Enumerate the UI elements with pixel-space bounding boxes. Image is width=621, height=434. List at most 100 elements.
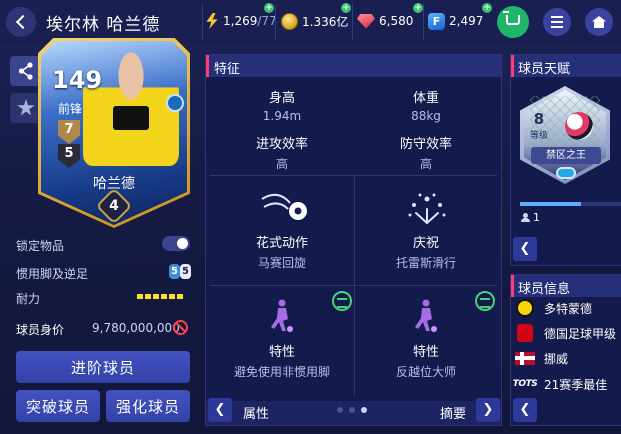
talent-panel-header: 球员天赋 [511,55,621,77]
celebration-label: 庆祝 [412,236,439,251]
coin-icon [281,12,298,30]
skill-move-ball-icon [261,193,307,220]
talent-prev-button[interactable]: ❮ [513,237,537,261]
foot-label: 惯用脚及逆足 [16,267,89,281]
add-points-button[interactable]: + [482,3,492,13]
defense-rate-value: 高 [419,157,432,171]
traits-panel-header: 特征 [206,55,501,77]
trait-2-stat: 特性 反越位大师 [356,341,496,380]
talent-progress-bar [520,202,621,206]
user-icon [521,213,530,222]
celebration-fireworks-icon [408,193,446,224]
swap-trait-icon[interactable] [332,291,352,311]
lock-label: 锁定物品 [16,239,65,253]
breakthrough-player-button[interactable]: 突破球员 [16,390,100,422]
skill-move-label: 花式动作 [255,236,308,251]
page-title: 埃尔林 哈兰德 [46,15,161,35]
page-dot-active [361,407,367,413]
weight-label: 体重 [412,91,439,106]
foot-right-badge: 5 [180,264,191,279]
menu-button[interactable] [543,8,571,36]
divider [354,175,355,397]
energy-bolt-icon [206,13,218,29]
share-icon [18,62,33,80]
weight-stat: 体重 88kg [356,87,496,123]
energy-counter: 1,269 /77 [205,10,277,32]
enhance-player-button[interactable]: 强化球员 [106,390,190,422]
talent-gem-icon [556,167,576,179]
next-page-button[interactable]: ❯ [476,398,500,422]
trait-1-label: 特性 [268,345,295,360]
talent-name: 禁区之王 [531,147,601,164]
divider [202,4,203,40]
foot-left-badge: 5 [169,264,180,279]
star-icon [17,99,35,116]
divider [275,4,276,40]
page-dot [337,407,343,413]
nation-name: 挪威 [544,351,569,366]
prev-page-button[interactable]: ❮ [208,398,232,422]
fc-points-icon: F [428,12,445,30]
back-button[interactable] [6,7,36,37]
weight-value: 88kg [411,109,441,123]
summary-tab[interactable]: 摘要 [440,403,466,422]
traits-panel: 特征 身高 1.94m 体重 88kg 进攻效率 高 防守效率 高 花式动作 马… [205,54,502,426]
advance-player-button[interactable]: 进阶球员 [16,351,190,383]
gem-amount: 6,580 [379,14,414,28]
player-run-icon [415,299,437,332]
stamina-label: 耐力 [16,292,41,306]
menu-list-icon [551,16,563,28]
trait-2-label: 特性 [412,345,439,360]
player-photo [83,46,179,166]
gem-counter: 6,580 [357,10,413,32]
talent-level: 8 等级 [530,110,548,141]
info-prev-button[interactable]: ❮ [513,398,537,422]
player-kick-icon [271,299,293,332]
add-gems-button[interactable]: + [413,3,423,13]
energy-max: /77 [257,14,277,28]
traits-panel-title: 特征 [214,62,241,77]
coin-amount: 1.336亿 [302,14,349,29]
league-name: 德国足球甲级 [544,326,617,341]
norway-flag-icon [515,351,535,365]
football-icon [565,112,593,140]
talent-progress-fill [520,202,581,206]
trait-1-value: 避免使用非惯用脚 [233,365,330,379]
no-trade-icon [173,320,188,335]
swap-trait-icon[interactable] [475,291,495,311]
attack-rate-stat: 进攻效率 高 [212,133,352,172]
tots-icon: TOTS [512,379,538,389]
attributes-tab[interactable]: 属性 [243,403,269,422]
skill-move-stat: 花式动作 马赛回旋 [212,232,352,271]
divider [210,285,497,286]
page-indicator [337,407,367,413]
program-row: TOTS 21赛季最佳 [512,373,608,395]
kit-icon [166,94,184,112]
celebration-value: 托雷斯滑行 [395,256,456,270]
bundesliga-icon [517,324,533,342]
club-row: 多特蒙德 [514,297,592,319]
fc-points-amount: 2,497 [449,14,484,28]
energy-current: 1,269 [223,14,258,28]
defense-rate-stat: 防守效率 高 [356,133,496,172]
fc-points-counter: F 2,497 [428,10,483,32]
divider [352,4,353,40]
attack-rate-value: 高 [275,157,288,171]
value-label: 球员身价 [16,323,65,337]
shop-button[interactable] [497,6,529,38]
trait-2-value: 反越位大师 [395,365,456,379]
nation-row: 挪威 [514,347,568,369]
cart-icon [503,11,520,25]
lock-toggle[interactable] [162,236,190,251]
height-label: 身高 [268,91,295,106]
club-name: 多特蒙德 [544,301,593,316]
talent-panel-title: 球员天赋 [518,62,571,77]
league-row: 德国足球甲级 [514,322,616,344]
bvb-crest-icon [516,299,534,317]
defense-rate-label: 防守效率 [399,137,452,152]
home-button[interactable] [585,8,613,36]
player-card[interactable]: 149 前锋 7 5 哈兰德 4 [38,38,190,228]
talent-level-number: 8 [533,110,545,128]
program-name: 21赛季最佳 [544,377,608,392]
player-info-panel-title: 球员信息 [518,282,571,297]
